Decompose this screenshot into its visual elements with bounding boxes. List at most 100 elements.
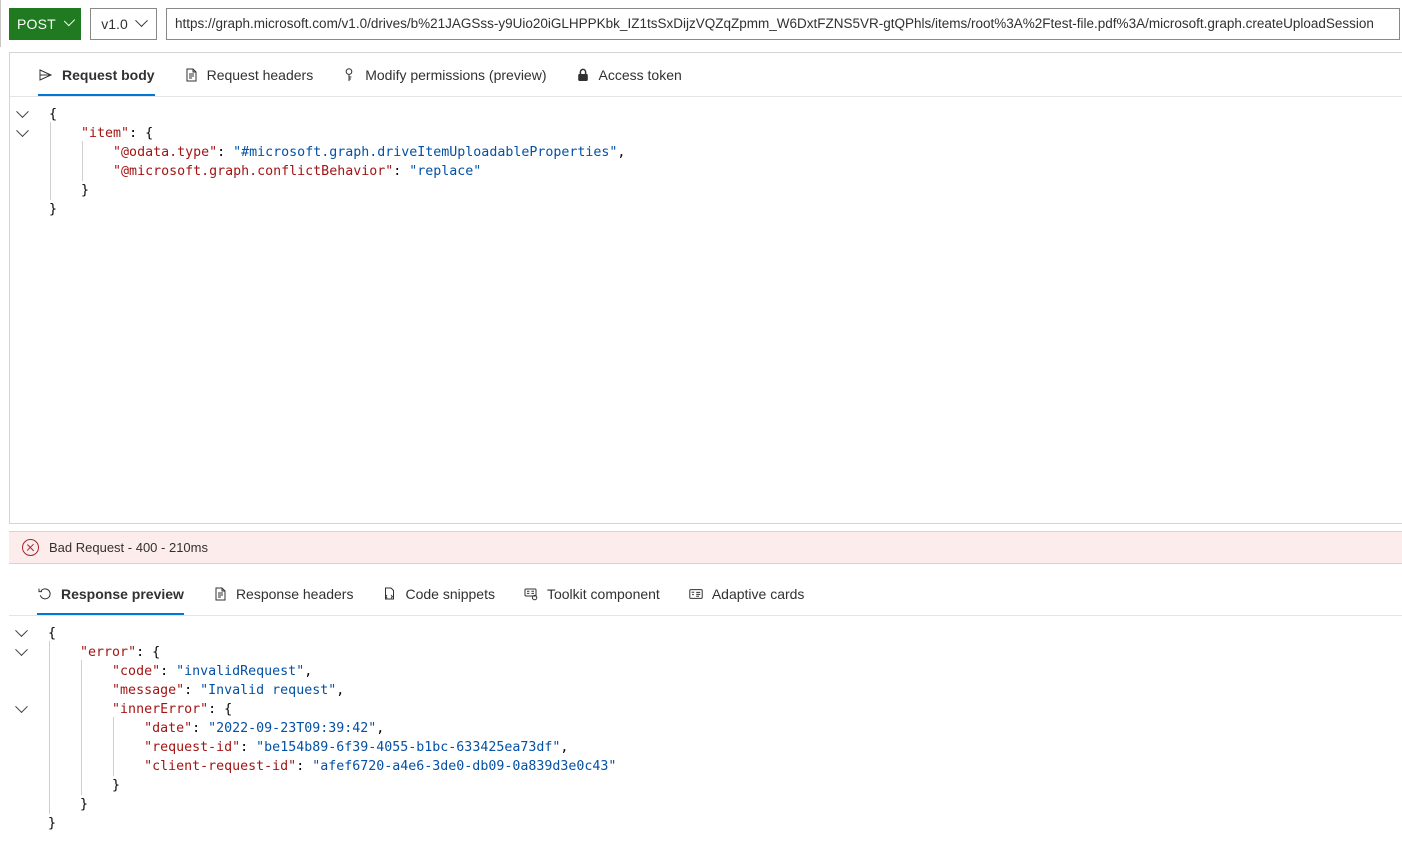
graph-explorer-app: POST v1.0 https://graph.microsoft.com/v1… — [0, 0, 1402, 860]
code-token: "client-request-id" — [144, 759, 297, 774]
code-token: : — [217, 145, 234, 160]
gutter-spacer — [9, 719, 33, 738]
code-token: "item" — [81, 126, 130, 141]
code-token: : — [393, 164, 410, 179]
response-code-text: } — [33, 816, 56, 831]
gutter-spacer — [10, 181, 34, 200]
code-token: { — [224, 702, 233, 717]
code-token: "2022-09-23T09:39:42" — [208, 721, 377, 736]
response-code-text: "innerError": { — [33, 702, 232, 717]
response-tab-response-headers[interactable]: Response headers — [198, 572, 368, 615]
response-tab-response-preview[interactable]: Response preview — [23, 572, 198, 615]
response-tab-code-snippets[interactable]: Code snippets — [367, 572, 509, 615]
response-status-text: Bad Request - 400 - 210ms — [49, 540, 208, 555]
request-code-line: "item": { — [10, 122, 1402, 143]
response-code-line: } — [9, 814, 1402, 833]
code-token: : — [296, 759, 313, 774]
gutter-spacer — [10, 162, 34, 181]
response-code-line: } — [9, 793, 1402, 814]
http-method-label: POST — [17, 15, 56, 32]
response-tab-list: Response preview Response headers Code sni… — [9, 572, 1402, 616]
request-tab-access-token[interactable]: Access token — [561, 53, 696, 96]
code-token: "code" — [112, 664, 161, 679]
gutter-spacer — [9, 757, 33, 776]
response-tab-label: Code snippets — [405, 585, 495, 602]
request-url-input[interactable]: https://graph.microsoft.com/v1.0/drives/… — [166, 7, 1400, 40]
http-method-dropdown[interactable]: POST — [9, 7, 81, 40]
code-token: "@odata.type" — [113, 145, 218, 160]
request-tab-label: Access token — [598, 66, 682, 83]
response-code-line: "innerError": { — [9, 698, 1402, 719]
code-token: , — [304, 664, 313, 679]
code-icon — [381, 586, 397, 602]
chevron-down-icon — [14, 624, 28, 638]
request-code-text: { — [34, 107, 57, 122]
response-tab-adaptive-cards[interactable]: Adaptive cards — [674, 572, 819, 615]
request-tab-modify-permissions-preview[interactable]: Modify permissions (preview) — [327, 53, 560, 96]
response-code-text: "message": "Invalid request", — [33, 683, 344, 698]
response-tab-toolkit-component[interactable]: Toolkit component — [509, 572, 674, 615]
active-tab-indicator — [37, 613, 184, 615]
response-code-line: "client-request-id": "afef6720-a4e6-3de0… — [9, 755, 1402, 776]
response-code-text: } — [33, 797, 88, 812]
code-token: } — [80, 797, 89, 812]
collapse-toggle[interactable] — [10, 124, 34, 143]
code-token: , — [336, 683, 345, 698]
lock-icon — [575, 67, 591, 83]
gutter-spacer — [10, 143, 34, 162]
code-token: "Invalid request" — [200, 683, 337, 698]
collapse-toggle[interactable] — [10, 105, 34, 124]
code-token: "be154b89-6f39-4055-b1bc-633425ea73df" — [256, 740, 561, 755]
response-code-text: "error": { — [33, 645, 160, 660]
request-tab-request-body[interactable]: Request body — [24, 53, 169, 96]
gutter-spacer — [9, 814, 33, 833]
code-token: "afef6720-a4e6-3de0-db09-0a839d3e0c43" — [312, 759, 617, 774]
chevron-down-icon — [14, 643, 28, 657]
toolkit-icon — [523, 586, 539, 602]
request-code-text: } — [34, 202, 57, 217]
request-code-line: } — [10, 179, 1402, 200]
code-token: { — [145, 126, 154, 141]
response-preview-editor[interactable]: { "error": { "code": "invalidRequest", "… — [9, 616, 1402, 833]
code-token: : — [136, 645, 153, 660]
collapse-toggle[interactable] — [9, 643, 33, 662]
request-tab-request-headers[interactable]: Request headers — [169, 53, 328, 96]
code-token: : — [208, 702, 225, 717]
collapse-toggle[interactable] — [9, 624, 33, 643]
document-icon — [183, 67, 199, 83]
response-code-line: { — [9, 624, 1402, 643]
request-code-text: "@microsoft.graph.conflictBehavior": "re… — [34, 164, 481, 179]
response-tab-label: Adaptive cards — [711, 585, 805, 602]
code-token: , — [617, 145, 626, 160]
code-token: { — [49, 107, 58, 122]
collapse-toggle[interactable] — [9, 700, 33, 719]
gutter-spacer — [9, 662, 33, 681]
code-token: "#microsoft.graph.driveItemUploadablePro… — [233, 145, 618, 160]
error-circle-icon — [22, 539, 39, 556]
send-arrow-icon — [38, 67, 54, 83]
gutter-spacer — [9, 681, 33, 700]
request-code-line: { — [10, 105, 1402, 124]
code-token: { — [152, 645, 161, 660]
document-icon — [212, 586, 228, 602]
chevron-down-icon — [134, 14, 148, 28]
api-version-dropdown[interactable]: v1.0 — [90, 7, 157, 40]
response-code-line: "request-id": "be154b89-6f39-4055-b1bc-6… — [9, 736, 1402, 757]
chevron-down-icon — [15, 105, 29, 119]
request-tab-list: Request body Request headers Modify permis… — [10, 53, 1402, 97]
request-code-text: } — [34, 183, 89, 198]
request-body-editor[interactable]: { "item": { "@odata.type": "#microsoft.g… — [10, 97, 1402, 219]
response-status-bar: Bad Request - 400 - 210ms — [9, 531, 1402, 564]
response-tab-label: Response headers — [235, 585, 354, 602]
response-code-line: "message": "Invalid request", — [9, 679, 1402, 700]
code-token: "date" — [144, 721, 193, 736]
request-code-line: "@odata.type": "#microsoft.graph.driveIt… — [10, 141, 1402, 162]
active-tab-indicator — [38, 94, 155, 96]
code-token: : — [160, 664, 177, 679]
response-code-line: } — [9, 774, 1402, 795]
response-code-text: "client-request-id": "afef6720-a4e6-3de0… — [33, 759, 616, 774]
gutter-spacer — [9, 795, 33, 814]
code-token: "message" — [112, 683, 185, 698]
history-icon — [37, 586, 53, 602]
response-tab-label: Response preview — [61, 585, 184, 602]
